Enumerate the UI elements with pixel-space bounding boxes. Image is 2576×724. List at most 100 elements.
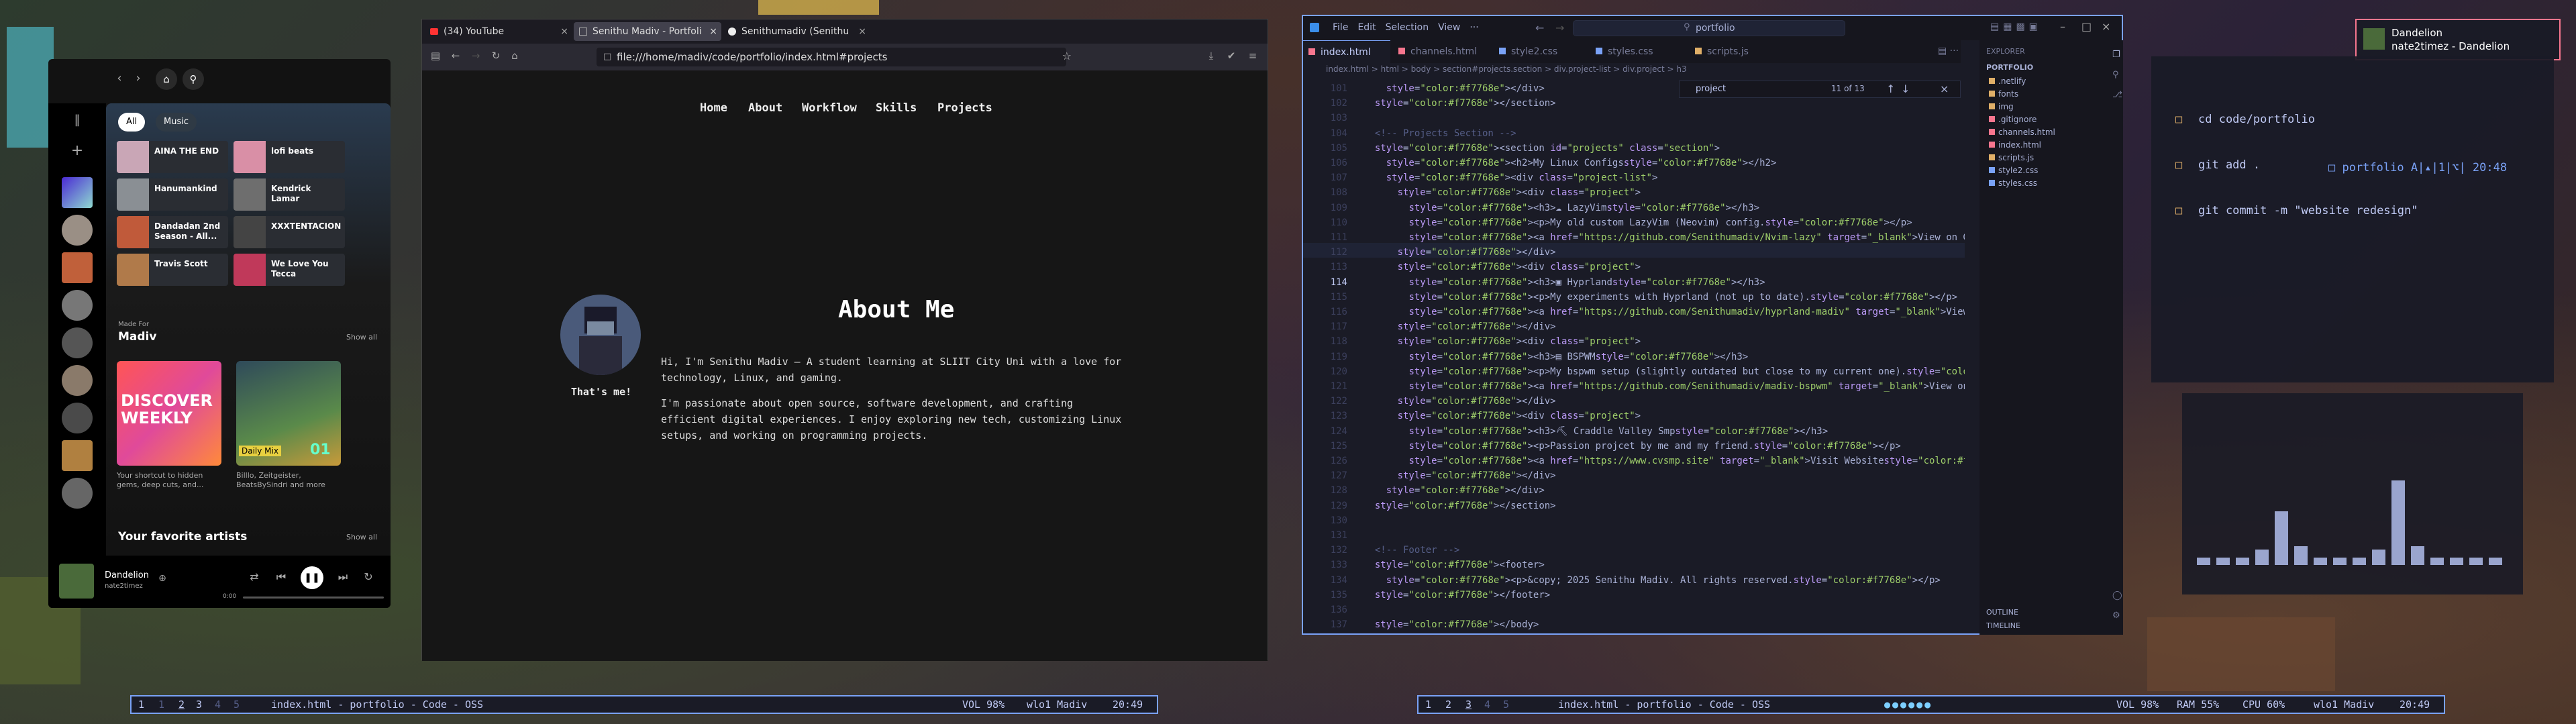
nav-skills[interactable]: Skills xyxy=(876,101,917,115)
network[interactable]: wlo1 Madiv xyxy=(1027,696,1087,713)
home-icon[interactable]: ⌂ xyxy=(508,50,521,62)
url-bar[interactable]: □ file:///home/madiv/code/portfolio/inde… xyxy=(597,48,1072,66)
menu-item[interactable]: Edit xyxy=(1357,22,1376,33)
show-all-link[interactable]: Show all xyxy=(346,333,377,342)
liked-songs[interactable] xyxy=(62,177,93,208)
editor-tab[interactable]: style2.css xyxy=(1494,40,1588,63)
gear-icon[interactable]: ⚙ xyxy=(2112,611,2120,621)
file-item[interactable]: .netlify xyxy=(1989,76,2026,86)
outline-section[interactable]: OUTLINE xyxy=(1986,608,2018,617)
library-item[interactable] xyxy=(62,365,93,396)
workspace-1b[interactable]: 1 xyxy=(158,696,164,713)
library-icon[interactable]: ‖ xyxy=(68,113,86,127)
quick-tile[interactable]: We Love You Tecca xyxy=(234,254,345,286)
quick-tile[interactable]: lofi beats xyxy=(234,141,345,173)
menu-item[interactable]: View xyxy=(1438,22,1460,33)
workspace-5[interactable]: 5 xyxy=(234,696,240,713)
nav-home[interactable]: Home xyxy=(700,101,727,115)
nav-workflow[interactable]: Workflow xyxy=(802,101,857,115)
folder-name[interactable]: PORTFOLIO xyxy=(1986,63,2033,72)
forward-icon[interactable]: › xyxy=(132,71,145,85)
volume[interactable]: VOL 98% xyxy=(962,696,1004,713)
workspace-4[interactable]: 4 xyxy=(215,696,221,713)
quick-tile[interactable]: Dandadan 2nd Season - All... xyxy=(117,216,228,248)
favorites-show-all[interactable]: Show all xyxy=(346,533,377,541)
menu-item[interactable]: ··· xyxy=(1470,22,1478,33)
back-icon[interactable]: ‹ xyxy=(113,71,126,85)
nav-projects[interactable]: Projects xyxy=(937,101,992,115)
tab-portfolio[interactable]: Senithu Madiv - Portfoli × xyxy=(574,22,721,41)
editor-tab[interactable]: scripts.js xyxy=(1690,40,1784,63)
tray-icons[interactable]: ●●●●●● xyxy=(1884,696,1933,713)
menu-item[interactable]: File xyxy=(1333,22,1348,33)
sidebar-icon[interactable]: ▤ xyxy=(429,50,442,62)
close-icon[interactable]: × xyxy=(560,22,568,41)
find-input[interactable]: project xyxy=(1696,84,1726,94)
minimize-icon[interactable]: – xyxy=(2060,20,2065,33)
breadcrumb[interactable]: index.html > html > body > section#proje… xyxy=(1326,64,1930,74)
editor-tab[interactable]: styles.css xyxy=(1590,40,1684,63)
quick-tile[interactable]: Travis Scott xyxy=(117,254,228,286)
file-item[interactable]: channels.html xyxy=(1989,127,2055,137)
file-item[interactable]: styles.css xyxy=(1989,178,2037,188)
library-item[interactable] xyxy=(62,252,93,283)
workspace-3[interactable]: 3 xyxy=(196,696,202,713)
file-item[interactable]: style2.css xyxy=(1989,166,2038,175)
quick-tile[interactable]: XXXTENTACION xyxy=(234,216,345,248)
editor-actions[interactable]: ▤ ··· xyxy=(1938,46,1959,56)
next-icon[interactable]: ⏭ xyxy=(336,570,350,584)
pause-button[interactable]: ❚❚ xyxy=(301,566,323,589)
library-item[interactable] xyxy=(62,440,93,471)
filter-music[interactable]: Music xyxy=(156,113,197,132)
search-icon[interactable]: ⚲ xyxy=(183,68,204,90)
command-center[interactable]: ⚲ portfolio xyxy=(1573,20,1845,36)
file-item[interactable]: fonts xyxy=(1989,89,2018,99)
repeat-icon[interactable]: ↻ xyxy=(361,570,376,583)
shuffle-icon[interactable]: ⇄ xyxy=(247,570,262,583)
workspace-5[interactable]: 5 xyxy=(1503,696,1509,713)
source-control-icon[interactable]: ⎇ xyxy=(2112,90,2122,100)
editor-tab[interactable]: channels.html xyxy=(1393,40,1487,63)
file-item[interactable]: .gitignore xyxy=(1989,115,2037,124)
network[interactable]: wlo1 Madiv xyxy=(2314,696,2374,713)
terminal-window[interactable]: □ cd code/portfolio □ git add . □ git commit … xyxy=(2151,56,2554,382)
account-icon[interactable]: ◯ xyxy=(2112,590,2122,601)
notification[interactable]: Dandelion nate2timez - Dandelion xyxy=(2355,19,2561,60)
back-icon[interactable]: ← xyxy=(1535,21,1544,34)
quick-tile[interactable]: Kendrick Lamar xyxy=(234,178,345,211)
tab-youtube[interactable]: (34) YouTube × xyxy=(425,22,572,41)
workspace-4[interactable]: 4 xyxy=(1484,696,1490,713)
close-icon[interactable]: × xyxy=(858,22,866,41)
nav-about[interactable]: About xyxy=(748,101,782,115)
find-next-icon[interactable]: ↓ xyxy=(1901,83,1910,95)
add-to-library-icon[interactable]: ⊕ xyxy=(156,573,169,584)
file-item[interactable]: img xyxy=(1989,102,2014,111)
close-icon[interactable]: × xyxy=(1940,83,1949,95)
volume[interactable]: VOL 98% xyxy=(2116,696,2159,713)
library-item[interactable] xyxy=(62,290,93,321)
find-widget[interactable]: project 11 of 13 ↑ ↓ × xyxy=(1679,81,1961,98)
tab-github[interactable]: Senithumadiv (Senithu × xyxy=(723,22,870,41)
progress-track[interactable] xyxy=(243,597,384,599)
now-playing-track[interactable]: Dandelion xyxy=(105,570,149,580)
quick-tile[interactable]: Hanumankind xyxy=(117,178,228,211)
add-icon[interactable]: + xyxy=(68,142,86,159)
bookmark-star-icon[interactable]: ☆ xyxy=(1062,50,1072,62)
files-icon[interactable]: ❐ xyxy=(2112,50,2120,60)
previous-icon[interactable]: ⏮ xyxy=(274,570,289,584)
maximize-icon[interactable]: □ xyxy=(2081,20,2092,33)
workspace-1[interactable]: 1 xyxy=(138,696,144,713)
back-icon[interactable]: ← xyxy=(449,50,462,62)
now-playing-artist[interactable]: nate2timez xyxy=(105,582,143,590)
file-item[interactable]: scripts.js xyxy=(1989,153,2034,162)
daily-mix-card[interactable]: Daily Mix 01 xyxy=(236,361,341,466)
search-icon[interactable]: ⚲ xyxy=(2112,70,2119,80)
workspace-3[interactable]: 3 xyxy=(1465,696,1472,713)
timeline-section[interactable]: TIMELINE xyxy=(1986,621,2020,630)
menu-item[interactable]: Selection xyxy=(1386,22,1429,33)
library-item[interactable] xyxy=(62,327,93,358)
forward-icon[interactable]: → xyxy=(469,50,482,62)
layout-icons[interactable]: ▤▦▩▣ xyxy=(1990,21,2042,32)
filter-all[interactable]: All xyxy=(118,113,146,132)
close-icon[interactable]: × xyxy=(709,22,717,41)
